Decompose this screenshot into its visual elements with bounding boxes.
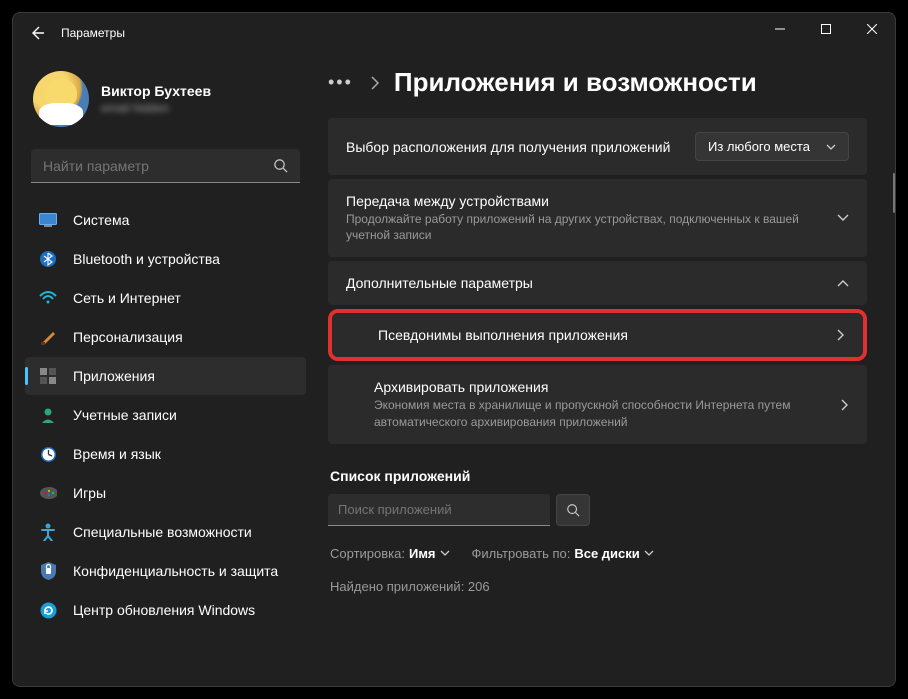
- app-search-row: [328, 494, 867, 526]
- install-source-dropdown[interactable]: Из любого места: [695, 132, 849, 161]
- profile-email: email hidden: [101, 101, 211, 115]
- chevron-right-icon: [837, 329, 845, 341]
- account-icon: [39, 406, 57, 424]
- profile-name: Виктор Бухтеев: [101, 83, 211, 99]
- card-title: Передача между устройствами: [346, 193, 825, 209]
- nav-accessibility[interactable]: Специальные возможности: [25, 513, 306, 551]
- nav-network[interactable]: Сеть и Интернет: [25, 279, 306, 317]
- maximize-button[interactable]: [803, 13, 849, 45]
- sidebar-search[interactable]: [31, 149, 300, 183]
- card-desc: Продолжайте работу приложений на других …: [346, 211, 825, 243]
- nav-list: Система Bluetooth и устройства Сеть и Ин…: [21, 201, 310, 629]
- nav-system[interactable]: Система: [25, 201, 306, 239]
- card-title: Псевдонимы выполнения приложения: [378, 327, 825, 343]
- chevron-down-icon: [826, 144, 836, 150]
- app-search-button[interactable]: [556, 494, 590, 526]
- brush-icon: [39, 328, 57, 346]
- chevron-right-icon: [841, 399, 849, 411]
- chevron-down-icon: [644, 550, 654, 556]
- apps-section-header: Список приложений: [330, 468, 867, 484]
- card-title: Архивировать приложения: [374, 379, 829, 395]
- wifi-icon: [39, 289, 57, 307]
- titlebar: Параметры: [13, 13, 895, 53]
- card-archive-apps[interactable]: Архивировать приложения Экономия места в…: [328, 365, 867, 443]
- bluetooth-icon: [39, 250, 57, 268]
- apps-icon: [39, 367, 57, 385]
- chevron-right-icon: [371, 76, 380, 90]
- breadcrumb-ellipsis[interactable]: •••: [328, 72, 353, 93]
- page-title: Приложения и возможности: [394, 67, 757, 98]
- maximize-icon: [821, 24, 831, 34]
- nav-bluetooth[interactable]: Bluetooth и устройства: [25, 240, 306, 278]
- found-count: Найдено приложений: 206: [328, 579, 867, 594]
- close-button[interactable]: [849, 13, 895, 45]
- nav-label: Конфиденциальность и защита: [73, 563, 278, 579]
- minimize-icon: [775, 24, 785, 34]
- nav-time[interactable]: Время и язык: [25, 435, 306, 473]
- card-title: Дополнительные параметры: [346, 275, 825, 291]
- nav-label: Система: [73, 212, 129, 228]
- card-title: Выбор расположения для получения приложе…: [346, 139, 695, 155]
- card-desc: Экономия места в хранилище и пропускной …: [374, 397, 829, 429]
- nav-label: Учетные записи: [73, 407, 177, 423]
- sort-label: Сортировка:: [330, 546, 405, 561]
- main-content: ••• Приложения и возможности Выбор распо…: [318, 53, 895, 686]
- chevron-up-icon: [837, 279, 849, 287]
- accessibility-icon: [39, 523, 57, 541]
- app-search-input[interactable]: [338, 502, 540, 517]
- card-execution-aliases[interactable]: Псевдонимы выполнения приложения: [332, 313, 863, 357]
- card-install-source[interactable]: Выбор расположения для получения приложе…: [328, 118, 867, 175]
- app-search-box[interactable]: [328, 494, 550, 526]
- update-icon: [39, 601, 57, 619]
- search-icon: [273, 158, 288, 173]
- nav-label: Специальные возможности: [73, 524, 252, 540]
- nav-label: Bluetooth и устройства: [73, 251, 220, 267]
- content: Виктор Бухтеев email hidden Система Blue…: [13, 53, 895, 686]
- nav-gaming[interactable]: Игры: [25, 474, 306, 512]
- filter-value: Все диски: [574, 546, 639, 561]
- nav-label: Приложения: [73, 368, 155, 384]
- nav-label: Время и язык: [73, 446, 161, 462]
- card-advanced[interactable]: Дополнительные параметры: [328, 261, 867, 305]
- nav-apps[interactable]: Приложения: [25, 357, 306, 395]
- window-controls: [757, 13, 895, 45]
- nav-label: Игры: [73, 485, 106, 501]
- settings-window: Параметры Виктор Бухтеев email hidden: [12, 12, 896, 687]
- dropdown-value: Из любого места: [708, 139, 810, 154]
- sidebar: Виктор Бухтеев email hidden Система Blue…: [13, 53, 318, 686]
- nav-update[interactable]: Центр обновления Windows: [25, 591, 306, 629]
- scrollbar[interactable]: [893, 173, 895, 213]
- nav-accounts[interactable]: Учетные записи: [25, 396, 306, 434]
- search-input[interactable]: [43, 158, 273, 174]
- close-icon: [867, 24, 877, 34]
- profile[interactable]: Виктор Бухтеев email hidden: [21, 63, 310, 145]
- nav-personalization[interactable]: Персонализация: [25, 318, 306, 356]
- card-share-devices[interactable]: Передача между устройствами Продолжайте …: [328, 179, 867, 257]
- filter-dropdown[interactable]: Фильтровать по: Все диски: [472, 546, 654, 561]
- gamepad-icon: [39, 484, 57, 502]
- sort-dropdown[interactable]: Сортировка: Имя: [330, 546, 450, 561]
- filter-label: Фильтровать по:: [472, 546, 571, 561]
- minimize-button[interactable]: [757, 13, 803, 45]
- chevron-down-icon: [440, 550, 450, 556]
- nav-label: Сеть и Интернет: [73, 290, 181, 306]
- breadcrumb: ••• Приложения и возможности: [328, 67, 867, 98]
- search-icon: [566, 503, 580, 517]
- nav-label: Центр обновления Windows: [73, 602, 255, 618]
- clock-icon: [39, 445, 57, 463]
- arrow-left-icon: [29, 25, 45, 41]
- nav-label: Персонализация: [73, 329, 183, 345]
- filters-row: Сортировка: Имя Фильтровать по: Все диск…: [328, 546, 867, 561]
- back-button[interactable]: [21, 17, 53, 49]
- avatar: [33, 71, 89, 127]
- highlight-box: Псевдонимы выполнения приложения: [328, 309, 867, 361]
- window-title: Параметры: [61, 26, 125, 40]
- nav-privacy[interactable]: Конфиденциальность и защита: [25, 552, 306, 590]
- chevron-down-icon: [837, 214, 849, 222]
- shield-icon: [39, 562, 57, 580]
- sort-value: Имя: [409, 546, 436, 561]
- system-icon: [39, 211, 57, 229]
